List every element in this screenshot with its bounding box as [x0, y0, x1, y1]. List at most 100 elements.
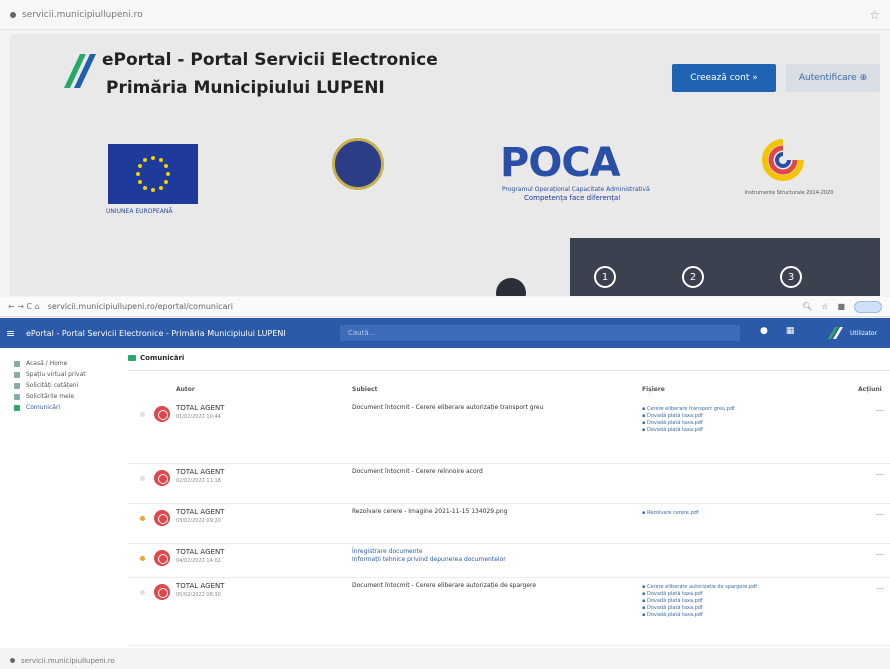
user-name: Utilizator	[850, 329, 878, 337]
unread-indicator	[140, 556, 145, 561]
sidebar-item-private-space[interactable]: Spațiu virtual privat	[0, 369, 128, 380]
extension-icon[interactable]: ■	[837, 302, 845, 311]
message-subject[interactable]: Document întocmit - Cerere reînnoire aco…	[352, 468, 612, 476]
row-actions-button[interactable]: …	[876, 404, 884, 413]
sender-avatar-icon	[154, 584, 170, 600]
eu-caption: UNIUNEA EUROPEANĂ	[106, 208, 173, 215]
table-row[interactable]: TOTAL AGENT 01/02/2022 10:44 Document înto…	[128, 400, 890, 464]
app-header: ≡ ePortal - Portal Servicii Electronice …	[0, 318, 890, 348]
scroll-down-button[interactable]	[496, 278, 526, 296]
step-3: 3	[780, 266, 802, 288]
message-date: 02/02/2022 11:18	[176, 478, 221, 484]
unread-indicator	[140, 476, 145, 481]
browser-nav-buttons[interactable]: ← → C ⌂	[8, 302, 40, 311]
message-date: 01/02/2022 10:44	[176, 414, 221, 420]
header-icons: ● ▦	[760, 326, 794, 336]
search-input[interactable]: Caută...	[340, 325, 740, 341]
sidebar-item-communications[interactable]: Comunicări	[0, 402, 128, 413]
table-row[interactable]: TOTAL AGENT 05/02/2022 08:30 Document înto…	[128, 578, 890, 646]
step-2: 2	[682, 266, 704, 288]
user-menu[interactable]: Utilizator	[826, 322, 886, 344]
attachment-link[interactable]: ▪ Dovadă plată taxa.pdf	[642, 591, 703, 597]
column-header-author: Autor	[176, 386, 195, 393]
portal-subtitle: Primăria Municipiului LUPENI	[106, 78, 385, 98]
structural-funds-caption: Instrumente Structurale 2014-2020	[744, 190, 834, 196]
sidebar-item-home[interactable]: Acasă / Home	[0, 358, 128, 369]
profile-button[interactable]	[854, 300, 882, 313]
message-subject-detail[interactable]: Informații tehnice privind depunerea doc…	[352, 556, 612, 564]
login-button[interactable]: Autentificare ⊕	[786, 64, 880, 92]
document-icon	[14, 382, 20, 389]
list-icon	[14, 393, 20, 400]
hamburger-icon[interactable]: ≡	[6, 327, 18, 340]
message-subject[interactable]: Rezolvare cerere - Imagine 2021-11-15 13…	[352, 508, 612, 516]
row-actions-button[interactable]: …	[876, 508, 884, 517]
home-icon	[14, 360, 20, 367]
table-row[interactable]: TOTAL AGENT 02/02/2022 11:18 Document înto…	[128, 464, 890, 504]
attachment-link[interactable]: ▪ Dovadă plată taxa.pdf	[642, 598, 703, 604]
zoom-icon[interactable]: 🔍︎	[802, 302, 812, 311]
top-url-bar: servicii.municipiullupeni.ro ☆	[0, 0, 890, 30]
sender-avatar-icon	[154, 470, 170, 486]
message-author: TOTAL AGENT	[176, 508, 225, 516]
notification-icon[interactable]: ●	[760, 326, 768, 336]
sidebar-item-citizen-requests[interactable]: Solicități cetățeni	[0, 380, 128, 391]
app-title: ePortal - Portal Servicii Electronice - …	[26, 328, 286, 338]
portal-title: ePortal - Portal Servicii Electronice	[102, 50, 438, 70]
table-row[interactable]: TOTAL AGENT 04/02/2022 14:02 Înregistrare …	[128, 544, 890, 578]
bottom-url: servicii.municipiullupeni.ro	[21, 656, 115, 665]
message-subject[interactable]: Document întocmit - Cerere eliberare aut…	[352, 404, 612, 412]
attachment-link[interactable]: ▪ Dovadă plată taxa.pdf	[642, 427, 703, 433]
unread-indicator	[140, 590, 145, 595]
column-header-attachments: Fișiere	[642, 386, 665, 393]
star-icon[interactable]: ☆	[821, 302, 828, 311]
step-1: 1	[594, 266, 616, 288]
column-header-actions: Acțiuni	[858, 386, 882, 393]
row-actions-button[interactable]: …	[876, 582, 884, 591]
divider	[128, 370, 890, 371]
browser-toolbar: ← → C ⌂ servicii.municipiullupeni.ro/epo…	[0, 297, 890, 317]
grid-icon[interactable]: ▦	[786, 326, 795, 336]
poca-tagline: Competența face diferența!	[524, 194, 622, 202]
message-author: TOTAL AGENT	[176, 468, 225, 476]
poca-text: POCA	[500, 140, 621, 186]
government-seal-logo	[332, 138, 384, 190]
site-icon	[10, 658, 15, 663]
user-icon	[14, 371, 20, 378]
poca-subtitle: Programul Operațional Capacitate Adminis…	[502, 186, 650, 193]
attachment-link[interactable]: ▪ Cerere eliberare autorizație de sparge…	[642, 584, 757, 590]
create-account-button[interactable]: Creează cont »	[672, 64, 776, 92]
bottom-url-bar: servicii.municipiullupeni.ro	[0, 652, 890, 669]
message-icon	[14, 404, 20, 411]
attachment-link[interactable]: ▪ Dovadă plată taxa.pdf	[642, 612, 703, 618]
attachment-link[interactable]: ▪ Dovadă plată taxa.pdf	[642, 605, 703, 611]
structural-funds-logo	[762, 139, 804, 181]
unread-indicator	[140, 516, 145, 521]
message-date: 04/02/2022 14:02	[176, 558, 221, 564]
attachment-link[interactable]: ▪ Dovadă plată taxa.pdf	[642, 420, 703, 426]
message-author: TOTAL AGENT	[176, 582, 225, 590]
address-bar[interactable]: servicii.municipiullupeni.ro/eportal/com…	[48, 302, 233, 311]
unread-indicator	[140, 412, 145, 417]
bookmark-icon[interactable]: ☆	[869, 8, 880, 22]
attachment-link[interactable]: ▪ Rezolvare cerere.pdf	[642, 510, 699, 516]
message-subject[interactable]: Document întocmit - Cerere eliberare aut…	[352, 582, 612, 590]
message-author: TOTAL AGENT	[176, 548, 225, 556]
steps-panel	[570, 238, 880, 296]
sidebar: Acasă / Home Spațiu virtual privat Solic…	[0, 348, 128, 648]
column-header-subject: Subiect	[352, 386, 378, 393]
sender-avatar-icon	[154, 406, 170, 422]
browser-actions: 🔍︎ ☆ ■	[802, 300, 882, 313]
row-actions-button[interactable]: …	[876, 468, 884, 477]
row-actions-button[interactable]: …	[876, 548, 884, 557]
message-date: 05/02/2022 08:30	[176, 592, 221, 598]
message-subject[interactable]: Înregistrare documente	[352, 548, 612, 556]
table-row[interactable]: TOTAL AGENT 03/02/2022 09:20 Rezolvare cer…	[128, 504, 890, 544]
attachment-link[interactable]: ▪ Cerere eliberare transport greu.pdf	[642, 406, 735, 412]
message-date: 03/02/2022 09:20	[176, 518, 221, 524]
sidebar-item-my-requests[interactable]: Solicitările mele	[0, 391, 128, 402]
message-author: TOTAL AGENT	[176, 404, 225, 412]
sender-avatar-icon	[154, 510, 170, 526]
top-url: servicii.municipiullupeni.ro	[22, 9, 143, 20]
attachment-link[interactable]: ▪ Dovadă plată taxa.pdf	[642, 413, 703, 419]
